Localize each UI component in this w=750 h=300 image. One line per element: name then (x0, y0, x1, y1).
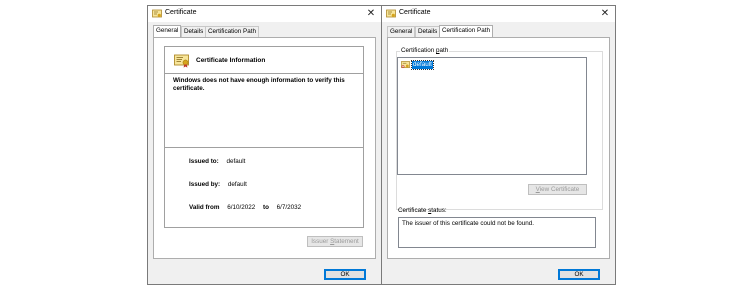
close-icon[interactable]: ✕ (365, 7, 377, 20)
divider (165, 73, 363, 74)
certificate-icon (386, 9, 396, 18)
valid-to-value: 6/7/2032 (276, 204, 302, 211)
button-label: Issuer (311, 238, 331, 245)
ok-button[interactable]: OK (558, 269, 600, 280)
title-bar: Certificate ✕ (382, 6, 615, 22)
issued-to-value: default (226, 158, 246, 165)
valid-from-label: Valid from (189, 204, 220, 211)
issued-to-row: Issued to: default (189, 158, 245, 165)
certification-path-tree[interactable]: default (397, 57, 587, 175)
tab-certification-path[interactable]: Certification Path (205, 26, 259, 37)
button-label: iew Certificate (539, 186, 580, 193)
certificate-icon (152, 9, 162, 18)
issued-by-value: default (227, 181, 247, 188)
tab-details[interactable]: Details (181, 26, 207, 37)
certificate-icon (174, 54, 189, 68)
issuer-statement-button[interactable]: Issuer Statement (307, 236, 363, 247)
certificate-dialog-general: Certificate ✕ General Details Certificat… (147, 5, 382, 285)
label-text: Certification (401, 47, 436, 54)
validity-row: Valid from 6/10/2022 to 6/7/2032 (189, 204, 301, 211)
verification-warning: Windows does not have enough information… (173, 77, 345, 92)
issued-by-row: Issued by: default (189, 181, 247, 188)
tab-certification-path[interactable]: Certification Path (439, 25, 493, 37)
valid-from-value: 6/10/2022 (227, 204, 256, 211)
valid-to-label: to (262, 204, 269, 211)
close-icon[interactable]: ✕ (599, 7, 611, 20)
certificate-status-label: Certificate status: (398, 207, 447, 214)
tab-page-certification-path: Certification path default View Certific… (387, 37, 610, 259)
window-title: Certificate (165, 9, 197, 16)
issued-by-label: Issued by: (189, 181, 221, 188)
issued-to-label: Issued to: (189, 158, 219, 165)
certificate-info-panel: Certificate Information Windows does not… (164, 46, 364, 228)
ok-button[interactable]: OK (324, 269, 366, 280)
tree-item-default[interactable]: default (401, 60, 434, 70)
label-text: ath (439, 47, 449, 54)
certificate-status-text: The issuer of this certificate could not… (398, 217, 596, 248)
certificate-icon (401, 61, 410, 69)
label-text: tatus: (431, 207, 447, 214)
tab-general[interactable]: General (153, 25, 182, 37)
label-text: Certificate (398, 207, 429, 214)
window-title: Certificate (399, 9, 431, 16)
title-bar: Certificate ✕ (148, 6, 381, 22)
tab-details[interactable]: Details (415, 26, 441, 37)
view-certificate-button[interactable]: View Certificate (528, 184, 587, 195)
divider (165, 147, 363, 148)
certificate-info-heading: Certificate Information (196, 57, 266, 64)
tree-item-label: default (410, 60, 434, 70)
tab-general[interactable]: General (387, 26, 416, 37)
button-label: tatement (334, 238, 359, 245)
certificate-dialog-path: Certificate ✕ General Details Certificat… (381, 5, 616, 285)
certification-path-label: Certification path (400, 47, 450, 54)
tab-page-general: Certificate Information Windows does not… (153, 37, 376, 259)
